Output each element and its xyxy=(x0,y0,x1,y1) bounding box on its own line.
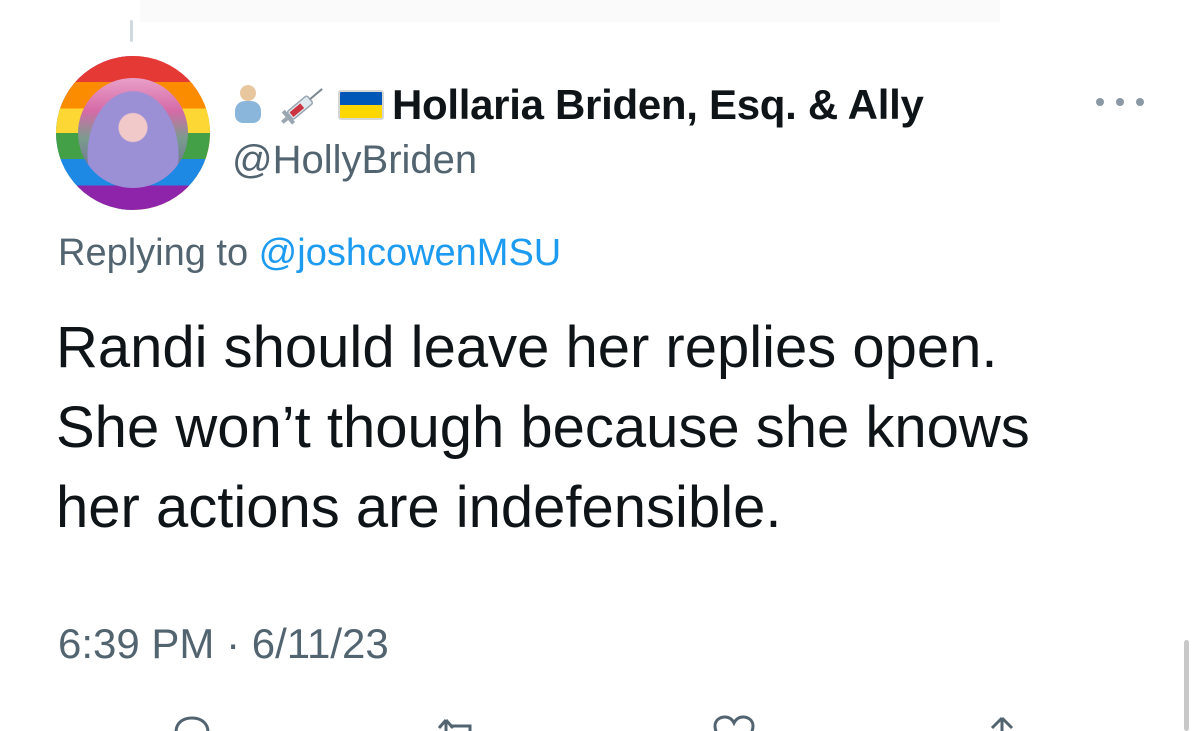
tweet-timestamp[interactable]: 6:39 PM · 6/11/23 xyxy=(58,620,389,668)
pregnant-man-icon xyxy=(232,85,262,125)
ukraine-flag-icon xyxy=(338,90,384,120)
replying-to-mention[interactable]: @joshcowenMSU xyxy=(259,232,562,274)
author-display-name[interactable]: Hollaria Briden, Esq. & Ally xyxy=(392,81,924,129)
retweet-icon[interactable] xyxy=(436,714,480,731)
share-icon[interactable] xyxy=(980,714,1024,731)
previous-tweet-edge xyxy=(140,0,1000,22)
tweet-text: Randi should leave her replies open. She… xyxy=(56,315,1030,540)
avatar[interactable] xyxy=(56,56,210,210)
profile-photo xyxy=(78,78,188,188)
tweet-date: 6/11/23 xyxy=(251,620,389,667)
reply-icon[interactable] xyxy=(170,714,214,731)
scrollbar[interactable] xyxy=(1184,640,1189,731)
replying-prefix: Replying to xyxy=(58,232,259,274)
thread-connector-line xyxy=(130,20,133,42)
timestamp-separator: · xyxy=(214,620,252,667)
replying-to: Replying to @joshcowenMSU xyxy=(58,232,561,275)
like-icon[interactable] xyxy=(712,714,756,731)
more-options-icon[interactable] xyxy=(1096,98,1144,110)
tweet-time: 6:39 PM xyxy=(58,620,215,667)
syringe-icon xyxy=(276,85,330,125)
action-bar xyxy=(0,714,1200,731)
tweet-header: Hollaria Briden, Esq. & Ally @HollyBride… xyxy=(232,80,924,183)
author-handle[interactable]: @HollyBriden xyxy=(232,138,924,183)
name-row[interactable]: Hollaria Briden, Esq. & Ally xyxy=(232,80,924,130)
